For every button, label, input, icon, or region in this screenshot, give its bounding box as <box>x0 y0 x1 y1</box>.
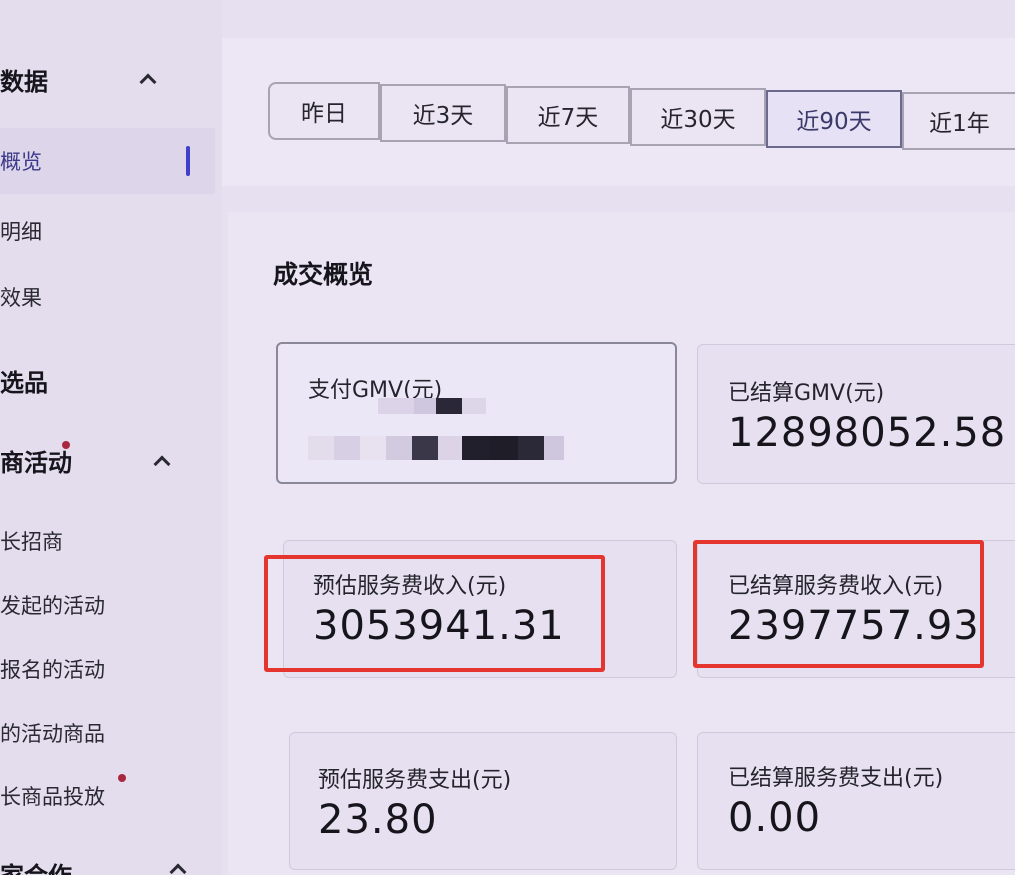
blurred-value <box>308 396 568 462</box>
metric-label: 已结算服务费支出(元) <box>728 766 944 791</box>
date-option-90-days[interactable]: 近90天 <box>766 90 902 148</box>
metric-label: 已结算GMV(元) <box>728 381 885 406</box>
chevron-up-icon[interactable] <box>169 863 187 875</box>
chevron-up-icon[interactable] <box>153 455 171 473</box>
sidebar-item-initiated-activities[interactable]: 发起的活动 <box>0 590 105 620</box>
annotation-box <box>264 555 605 672</box>
date-option-1-year[interactable]: 近1年 <box>902 92 1015 150</box>
sidebar-item-overview[interactable]: 概览 <box>0 146 42 176</box>
sidebar-item-registered-activities[interactable]: 报名的活动 <box>0 654 105 684</box>
metric-value: 0.00 <box>728 795 822 841</box>
sidebar-item-recruitment[interactable]: 长招商 <box>0 526 63 556</box>
sidebar-item-detail[interactable]: 明细 <box>0 216 42 246</box>
notification-dot <box>62 441 70 449</box>
date-option-7-days[interactable]: 近7天 <box>506 86 630 144</box>
date-option-3-days[interactable]: 近3天 <box>380 84 506 142</box>
sidebar-group-product-selection[interactable]: 选品 <box>0 363 48 398</box>
sidebar: 数据 概览 明细 效果 选品 商活动 长招商 发起的活动 报名的活动 的活动商品… <box>0 0 222 875</box>
sidebar-group-merchant-activity[interactable]: 商活动 <box>0 443 72 478</box>
sidebar-group-data[interactable]: 数据 <box>0 62 48 97</box>
metric-value: 23.80 <box>318 797 438 843</box>
chevron-up-icon[interactable] <box>139 73 157 91</box>
date-option-30-days[interactable]: 近30天 <box>630 88 766 146</box>
sidebar-item-effect[interactable]: 效果 <box>0 282 42 312</box>
sidebar-item-activity-products[interactable]: 的活动商品 <box>0 718 105 748</box>
date-option-yesterday[interactable]: 昨日 <box>268 82 380 140</box>
annotation-box <box>693 540 984 668</box>
metric-label: 预估服务费支出(元) <box>318 768 512 793</box>
notification-dot <box>118 774 126 782</box>
section-title: 成交概览 <box>273 260 374 289</box>
sidebar-item-product-placement[interactable]: 长商品投放 <box>0 781 105 811</box>
sidebar-group-cooperation[interactable]: 家合作 <box>0 856 72 875</box>
metric-value: 12898052.58 <box>728 410 1007 456</box>
active-indicator <box>186 146 190 176</box>
